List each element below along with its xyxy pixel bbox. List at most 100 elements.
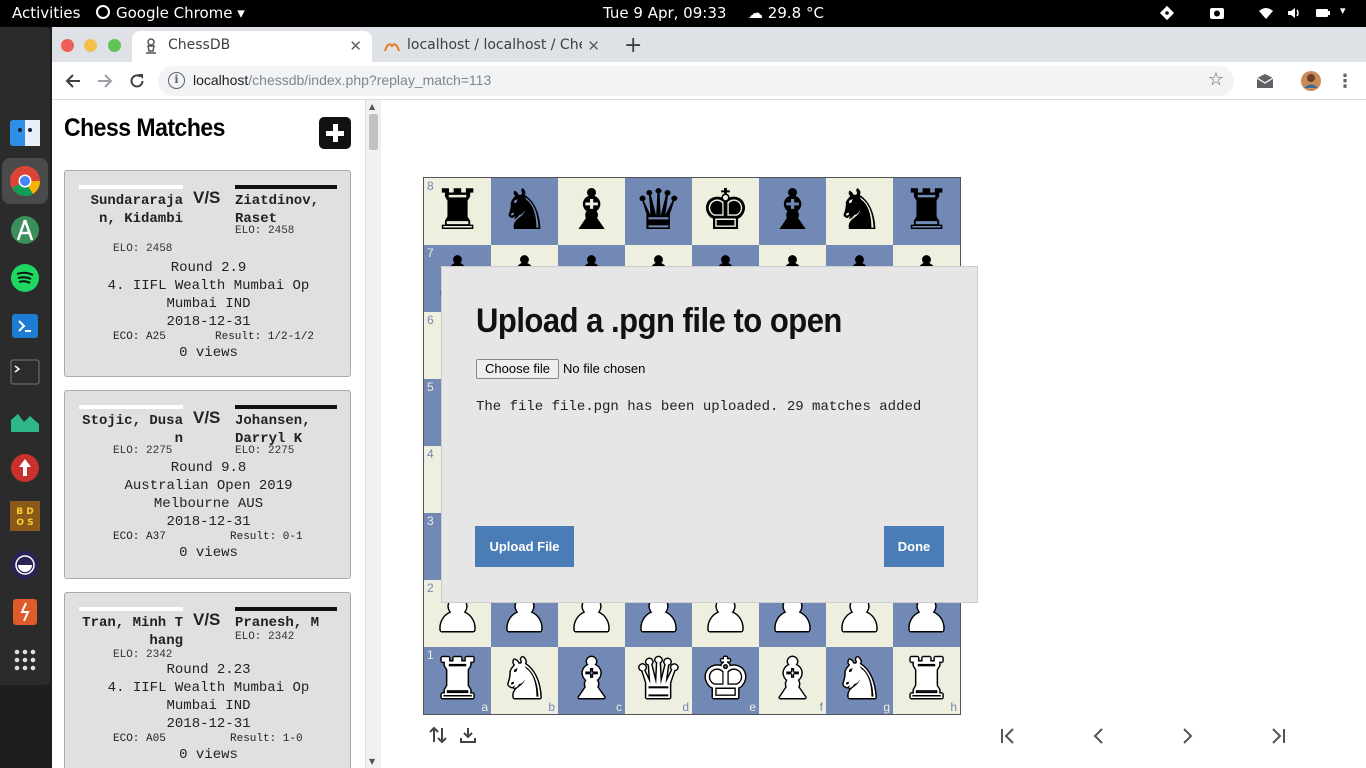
- battery-icon[interactable]: [1315, 5, 1331, 21]
- upload-status-message: The file file.pgn has been uploaded. 29 …: [476, 399, 922, 415]
- scrollbar-thumb[interactable]: [369, 114, 378, 150]
- square-c1[interactable]: c ♝: [558, 647, 625, 714]
- sublime-icon[interactable]: [7, 594, 43, 630]
- volume-icon[interactable]: [1286, 5, 1302, 21]
- black-bishop-piece[interactable]: ♝: [558, 178, 625, 245]
- black-queen-piece[interactable]: ♛: [625, 178, 692, 245]
- extension-button[interactable]: [1252, 68, 1278, 94]
- minimize-window-icon[interactable]: [84, 39, 97, 52]
- square-d8[interactable]: ♛: [625, 178, 692, 245]
- tab-chessdb[interactable]: ChessDB ✕: [132, 31, 372, 62]
- flip-board-icon[interactable]: [429, 726, 447, 744]
- white-bishop-piece[interactable]: ♝: [558, 647, 625, 714]
- black-bishop-piece[interactable]: ♝: [759, 178, 826, 245]
- square-b1[interactable]: b ♞: [491, 647, 558, 714]
- activities-button[interactable]: Activities: [12, 4, 80, 22]
- match-eco: ECO: A25: [113, 331, 166, 343]
- files-icon[interactable]: [7, 115, 43, 151]
- tab-phpmyadmin[interactable]: localhost / localhost / Che ✕: [374, 31, 610, 62]
- white-king-piece[interactable]: ♚: [692, 647, 759, 714]
- done-button[interactable]: Done: [884, 526, 944, 567]
- close-window-icon[interactable]: [61, 39, 74, 52]
- square-e1[interactable]: e ♚: [692, 647, 759, 714]
- square-h8[interactable]: ♜: [893, 178, 960, 245]
- square-f8[interactable]: ♝: [759, 178, 826, 245]
- vscode-icon[interactable]: [7, 308, 43, 344]
- black-rook-piece[interactable]: ♜: [893, 178, 960, 245]
- back-arrow-icon: [65, 74, 80, 88]
- chrome-icon[interactable]: [2, 158, 48, 204]
- next-move-icon[interactable]: [1182, 728, 1194, 744]
- add-match-button[interactable]: [319, 117, 351, 149]
- maximize-window-icon[interactable]: [108, 39, 121, 52]
- forward-button[interactable]: [92, 68, 118, 94]
- dialog-title: Upload a .pgn file to open: [476, 301, 842, 340]
- square-a1[interactable]: 1 a ♜: [424, 647, 491, 714]
- clock[interactable]: Tue 9 Apr, 09:33: [603, 4, 726, 22]
- show-apps-icon[interactable]: [7, 642, 43, 678]
- rank-label: 4: [427, 447, 434, 461]
- white-knight-piece[interactable]: ♞: [491, 647, 558, 714]
- white-rook-piece[interactable]: ♜: [424, 647, 491, 714]
- screenshot-icon[interactable]: [1209, 5, 1225, 21]
- square-b8[interactable]: ♞: [491, 178, 558, 245]
- black-rook-piece[interactable]: ♜: [424, 178, 491, 245]
- choose-file-button[interactable]: Choose file: [476, 359, 560, 379]
- profile-button[interactable]: [1298, 68, 1324, 94]
- match-card[interactable]: Stojic, Dusan V/S Johansen, Darryl K ELO…: [64, 390, 351, 579]
- first-move-icon[interactable]: [1000, 728, 1016, 744]
- scroll-up-icon[interactable]: ▲: [369, 102, 375, 111]
- match-card[interactable]: Sundararajan, Kidambi V/S Ziatdinov, Ras…: [64, 170, 351, 377]
- black-elo: ELO: 2275: [235, 445, 295, 457]
- app-menu[interactable]: Google Chrome ▾: [96, 4, 245, 22]
- terminal-icon[interactable]: [7, 354, 43, 390]
- rank-label: 5: [427, 380, 434, 394]
- black-knight-piece[interactable]: ♞: [826, 178, 893, 245]
- url-text: localhost/chessdb/index.php?replay_match…: [193, 72, 491, 88]
- dosbox-icon[interactable]: B DO S: [7, 498, 43, 534]
- system-menu-arrow-icon[interactable]: ▾: [1340, 4, 1346, 17]
- white-rook-piece[interactable]: ♜: [893, 647, 960, 714]
- spotify-icon[interactable]: [7, 260, 43, 296]
- match-event: 4. IIFL Wealth Mumbai Op: [107, 278, 310, 294]
- eclipse-icon[interactable]: [7, 547, 43, 583]
- white-bishop-piece[interactable]: ♝: [759, 647, 826, 714]
- white-knight-piece[interactable]: ♞: [826, 647, 893, 714]
- close-tab-icon[interactable]: ✕: [349, 37, 362, 55]
- weather-indicator[interactable]: ☁ 29.8 °C: [748, 4, 824, 22]
- white-queen-piece[interactable]: ♛: [625, 647, 692, 714]
- square-a8[interactable]: 8 ♜: [424, 178, 491, 245]
- new-tab-button[interactable]: +: [624, 33, 642, 58]
- android-studio-icon[interactable]: [7, 212, 43, 248]
- upload-file-button[interactable]: Upload File: [475, 526, 574, 567]
- reload-button[interactable]: [124, 68, 150, 94]
- white-player-name: Stojic, Dusan: [79, 405, 183, 448]
- black-knight-piece[interactable]: ♞: [491, 178, 558, 245]
- site-info-icon[interactable]: i: [168, 72, 185, 89]
- black-king-piece[interactable]: ♚: [692, 178, 759, 245]
- bookmark-star-icon[interactable]: ☆: [1208, 69, 1224, 90]
- square-g8[interactable]: ♞: [826, 178, 893, 245]
- black-player-name: Johansen, Darryl K: [235, 405, 337, 448]
- update-manager-icon[interactable]: [7, 450, 43, 486]
- square-d1[interactable]: d ♛: [625, 647, 692, 714]
- square-c8[interactable]: ♝: [558, 178, 625, 245]
- back-button[interactable]: [60, 68, 86, 94]
- previous-move-icon[interactable]: [1092, 728, 1104, 744]
- chrome-menu-icon[interactable]: ⋮: [1332, 68, 1358, 94]
- square-g1[interactable]: g ♞: [826, 647, 893, 714]
- wifi-icon[interactable]: [1258, 5, 1274, 21]
- black-player-name: Pranesh, M: [235, 607, 337, 632]
- download-icon[interactable]: [460, 727, 476, 743]
- sidebar-scrollbar[interactable]: ▲ ▼: [366, 100, 381, 768]
- git-icon[interactable]: [1159, 5, 1175, 21]
- last-move-icon[interactable]: [1270, 728, 1286, 744]
- close-tab-icon[interactable]: ✕: [587, 37, 600, 55]
- square-e8[interactable]: ♚: [692, 178, 759, 245]
- square-h1[interactable]: h ♜: [893, 647, 960, 714]
- square-f1[interactable]: f ♝: [759, 647, 826, 714]
- address-bar[interactable]: i localhost/chessdb/index.php?replay_mat…: [158, 66, 1234, 96]
- system-monitor-icon[interactable]: [7, 402, 43, 438]
- match-card[interactable]: Tran, Minh Thang V/S Pranesh, M ELO: 234…: [64, 592, 351, 768]
- scroll-down-icon[interactable]: ▼: [369, 757, 375, 766]
